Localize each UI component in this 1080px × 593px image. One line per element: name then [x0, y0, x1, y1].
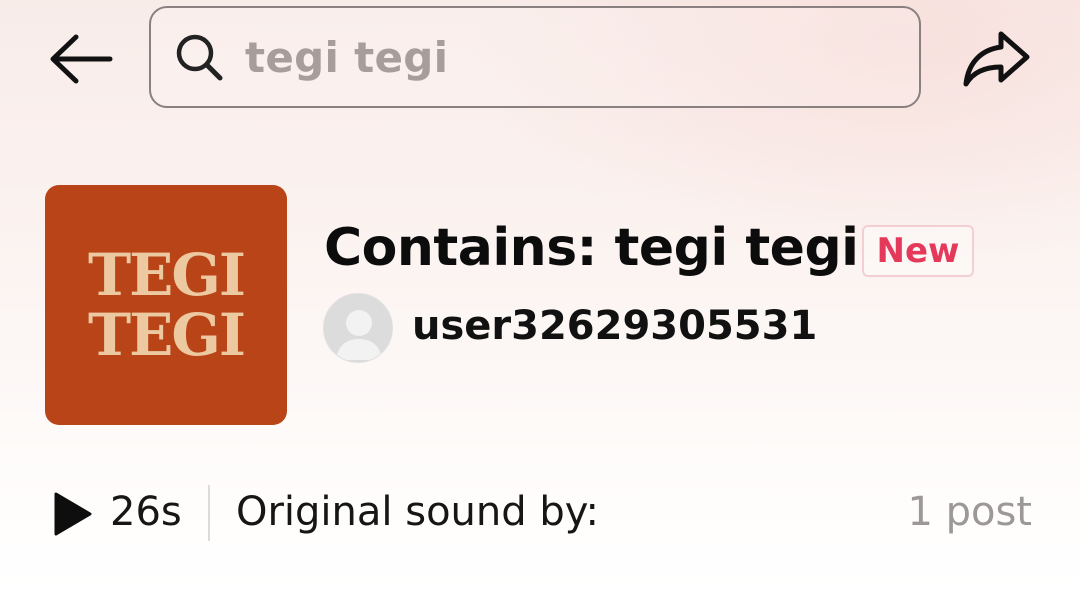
- divider: [208, 485, 210, 541]
- back-button[interactable]: [46, 28, 116, 90]
- search-icon: [171, 29, 227, 85]
- avatar[interactable]: [323, 293, 393, 363]
- sound-title: Contains: tegi tegi: [324, 218, 859, 278]
- arrow-left-icon: [50, 34, 113, 84]
- original-sound-label: Original sound by:: [236, 489, 599, 535]
- share-arrow-icon: [963, 31, 1030, 87]
- share-button[interactable]: [958, 26, 1036, 92]
- sound-cover-image[interactable]: TEGI TEGI: [45, 185, 287, 425]
- sound-duration: 26s: [110, 489, 182, 535]
- post-count: 1 post: [907, 489, 1032, 535]
- search-input[interactable]: tegi tegi: [149, 6, 921, 108]
- cover-text-line-2: TEGI: [87, 301, 246, 369]
- author-username[interactable]: user32629305531: [412, 303, 817, 349]
- default-avatar-icon: [324, 294, 392, 362]
- cover-text-line-1: TEGI: [87, 241, 246, 309]
- new-badge: New: [862, 225, 974, 277]
- search-query[interactable]: tegi tegi: [245, 33, 448, 82]
- play-icon[interactable]: [52, 491, 94, 537]
